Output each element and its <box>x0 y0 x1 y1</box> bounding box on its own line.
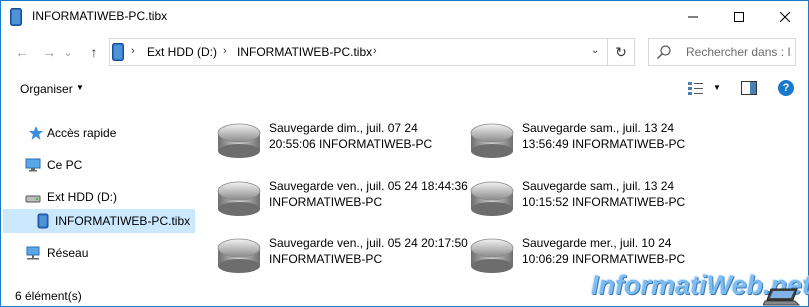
file-name: Sauvegarde ven., juil. 05 24 20:17:50 <box>269 236 468 250</box>
organize-button[interactable]: Organiser <box>20 82 73 96</box>
file-name-line2: INFORMATIWEB-PC <box>269 195 383 209</box>
backup-archive-icon <box>217 123 261 158</box>
backup-archive-icon <box>470 238 514 273</box>
view-options-caret[interactable]: ▼ <box>713 83 721 92</box>
chevron-down-icon: ⌄ <box>63 46 73 59</box>
sidebar-item-network[interactable]: Réseau <box>25 241 88 265</box>
backup-archive-icon <box>470 181 514 216</box>
file-item[interactable]: Sauvegarde dim., juil. 07 24 20:55:06 IN… <box>216 118 456 168</box>
file-name-line2: INFORMATIWEB-PC <box>269 252 383 266</box>
breadcrumb-separator[interactable]: › <box>223 45 227 57</box>
sidebar-item-label: Ext HDD (D:) <box>47 190 117 204</box>
file-name: Sauvegarde sam., juil. 13 24 <box>522 179 675 193</box>
close-button[interactable] <box>762 1 808 33</box>
star-icon <box>29 126 43 140</box>
sidebar-item-label: Ce PC <box>47 158 83 172</box>
arrow-left-icon: ← <box>15 44 29 60</box>
caret-down-icon[interactable]: ▼ <box>76 83 84 92</box>
file-name-line2: 10:15:52 INFORMATIWEB-PC <box>522 195 686 209</box>
breadcrumb-folder[interactable]: INFORMATIWEB-PC.tibx <box>237 45 372 59</box>
file-name-line2: 10:06:29 INFORMATIWEB-PC <box>522 252 686 266</box>
backup-file-icon <box>37 213 49 229</box>
address-dropdown-button[interactable]: ⌄ <box>591 45 599 56</box>
breadcrumb-drive[interactable]: Ext HDD (D:) <box>147 45 217 59</box>
sidebar-item-label: INFORMATIWEB-PC.tibx <box>55 214 191 228</box>
minimize-button[interactable] <box>670 1 716 33</box>
laptop-icon <box>763 288 801 306</box>
breadcrumb-separator[interactable]: › <box>131 45 135 57</box>
refresh-icon: ↻ <box>615 43 627 60</box>
help-icon[interactable]: ? <box>778 80 794 96</box>
sidebar-item-label: Réseau <box>47 246 89 260</box>
close-icon <box>780 12 790 22</box>
file-name: Sauvegarde sam., juil. 13 24 <box>522 121 675 135</box>
file-name-line2: 13:56:49 INFORMATIWEB-PC <box>522 137 686 151</box>
item-count: 6 élément(s) <box>15 289 82 303</box>
arrow-up-icon: ↑ <box>90 44 98 60</box>
file-item[interactable]: Sauvegarde sam., juil. 13 24 13:56:49 IN… <box>469 118 709 168</box>
back-button[interactable]: ← <box>11 41 33 63</box>
sidebar-item-label: Accès rapide <box>47 126 117 140</box>
backup-file-icon <box>10 8 22 26</box>
recent-locations-button[interactable]: ⌄ <box>61 41 75 63</box>
file-name: Sauvegarde ven., juil. 05 24 18:44:36 <box>269 179 468 193</box>
file-item[interactable]: Sauvegarde ven., juil. 05 24 20:17:50 IN… <box>216 233 468 283</box>
preview-pane-icon[interactable] <box>741 81 757 95</box>
backup-archive-icon <box>470 123 514 158</box>
sidebar-item-this-pc[interactable]: Ce PC <box>25 153 82 177</box>
backup-archive-icon <box>217 181 261 216</box>
file-name: Sauvegarde mer., juil. 10 24 <box>522 236 672 250</box>
search-icon <box>657 45 671 59</box>
file-name-line2: 20:55:06 INFORMATIWEB-PC <box>269 137 433 151</box>
forward-button[interactable]: → <box>38 41 60 63</box>
maximize-icon <box>734 12 744 22</box>
backup-file-icon <box>112 43 124 61</box>
view-options-icon[interactable] <box>687 81 705 97</box>
breadcrumb-separator[interactable]: › <box>373 45 377 57</box>
maximize-button[interactable] <box>716 1 762 33</box>
sidebar-item-tibx[interactable]: INFORMATIWEB-PC.tibx <box>35 209 190 233</box>
search-input[interactable]: Rechercher dans : I... <box>686 45 792 59</box>
arrow-right-icon: → <box>42 44 56 60</box>
computer-icon <box>25 158 41 172</box>
sidebar-item-quick-access[interactable]: Accès rapide <box>28 121 116 145</box>
sidebar-item-ext-hdd[interactable]: Ext HDD (D:) <box>25 185 117 209</box>
drive-icon <box>25 195 41 203</box>
refresh-button[interactable]: ↻ <box>608 38 635 66</box>
minimize-icon <box>688 16 698 18</box>
file-name: Sauvegarde dim., juil. 07 24 <box>269 121 418 135</box>
file-item[interactable]: Sauvegarde ven., juil. 05 24 18:44:36 IN… <box>216 176 468 226</box>
file-item[interactable]: Sauvegarde sam., juil. 13 24 10:15:52 IN… <box>469 176 709 226</box>
backup-archive-icon <box>217 238 261 273</box>
window-title: INFORMATIWEB-PC.tibx <box>32 9 168 23</box>
network-icon <box>26 246 40 260</box>
up-button[interactable]: ↑ <box>83 41 105 63</box>
chevron-down-icon: ⌄ <box>591 45 600 56</box>
